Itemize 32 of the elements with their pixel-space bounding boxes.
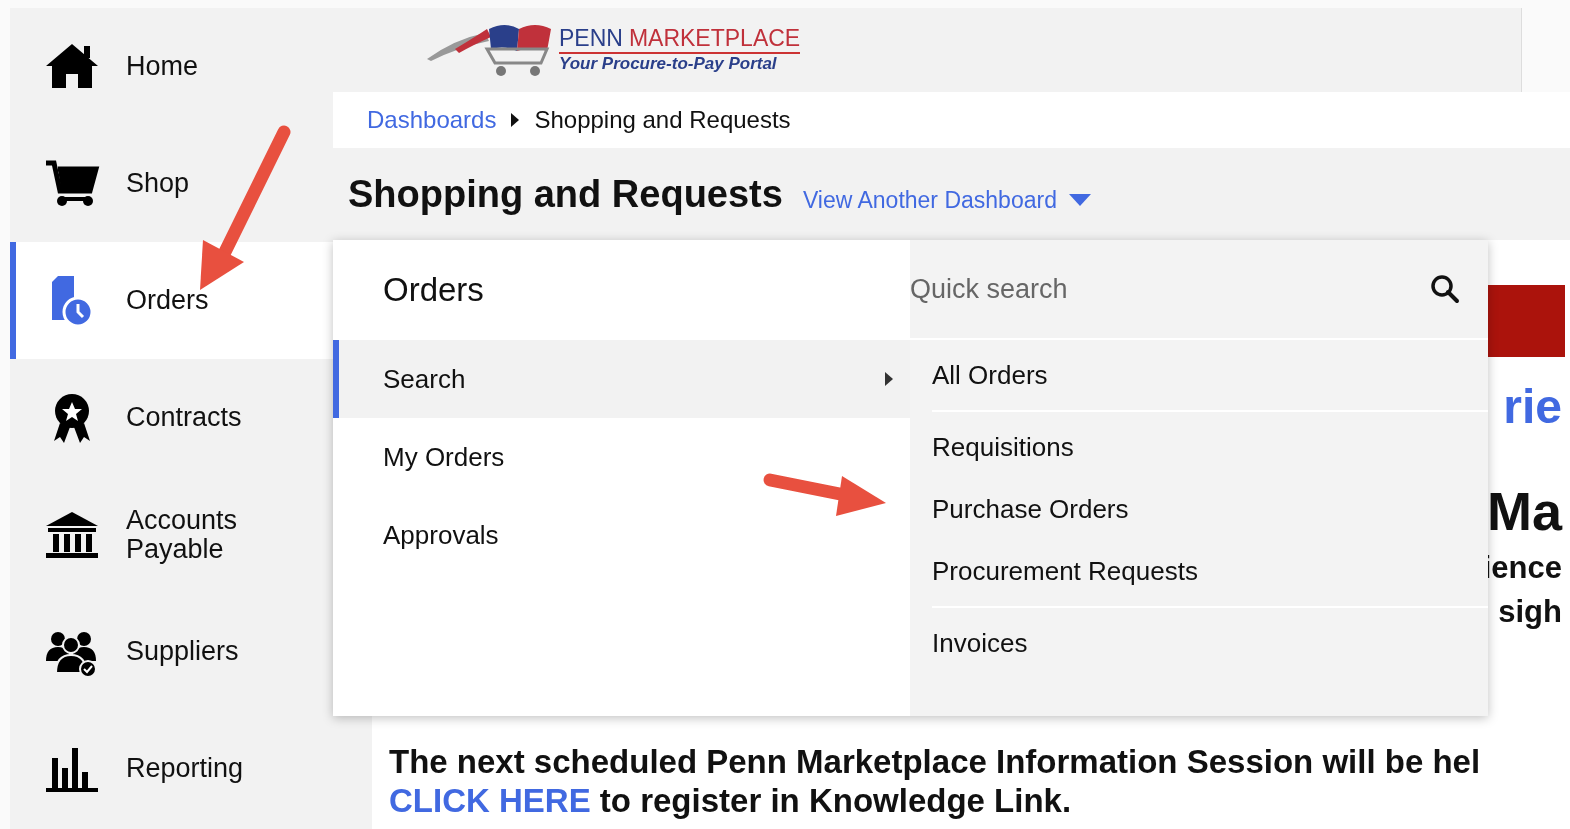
logo-title: MARKETPLACE bbox=[628, 26, 801, 52]
page-title: Shopping and Requests bbox=[348, 172, 783, 216]
register-link[interactable]: CLICK HERE bbox=[389, 782, 591, 820]
menu-title: Orders bbox=[382, 270, 485, 310]
search-icon bbox=[1430, 274, 1460, 304]
sidebar-item[interactable]: Shop bbox=[10, 125, 333, 242]
submenu-item[interactable]: Requisitions bbox=[932, 416, 1488, 478]
sidebar-item[interactable]: Home bbox=[10, 8, 333, 125]
breadcrumb-link[interactable]: Dashboards bbox=[367, 106, 497, 134]
submenu-item[interactable]: Invoices bbox=[932, 612, 1488, 674]
submenu-item[interactable]: Procurement Requests bbox=[932, 540, 1488, 602]
announcement-text: The next scheduled Penn Marketplace Information Session will be hel CLICK HERE to register in Knowledge Link. bbox=[388, 741, 1482, 821]
breadcrumb-current: Shopping and Requests bbox=[534, 106, 791, 134]
dashboard-switch-link[interactable]: View Another Dashboard bbox=[802, 186, 1091, 214]
sidebar-item[interactable]: Contracts bbox=[10, 359, 333, 476]
menu-item[interactable]: Approvals bbox=[333, 496, 910, 574]
submenu-item[interactable]: Purchase Orders bbox=[932, 478, 1488, 540]
logo-title: PENN bbox=[559, 26, 623, 52]
partial-text: rie bbox=[1503, 379, 1562, 434]
logo-subtitle: Your Procure-to-Pay Portal bbox=[559, 53, 778, 74]
sidebar-item[interactable]: Accounts Payable bbox=[10, 476, 333, 593]
search-field[interactable]: Quick search bbox=[910, 273, 1430, 305]
partial-text: sigh bbox=[1498, 594, 1562, 630]
sidebar-item[interactable]: Suppliers bbox=[10, 593, 333, 710]
submenu-item[interactable]: All Orders bbox=[932, 344, 1488, 406]
partial-text: Ma bbox=[1487, 480, 1562, 542]
sidebar-item[interactable]: Orders bbox=[10, 242, 333, 359]
menu-item[interactable]: My Orders bbox=[333, 418, 910, 496]
menu-item[interactable]: Search bbox=[333, 340, 910, 418]
chevron-right-icon bbox=[510, 113, 521, 127]
caret-icon bbox=[1068, 194, 1091, 206]
sidebar-item[interactable]: Reporting bbox=[10, 710, 333, 827]
